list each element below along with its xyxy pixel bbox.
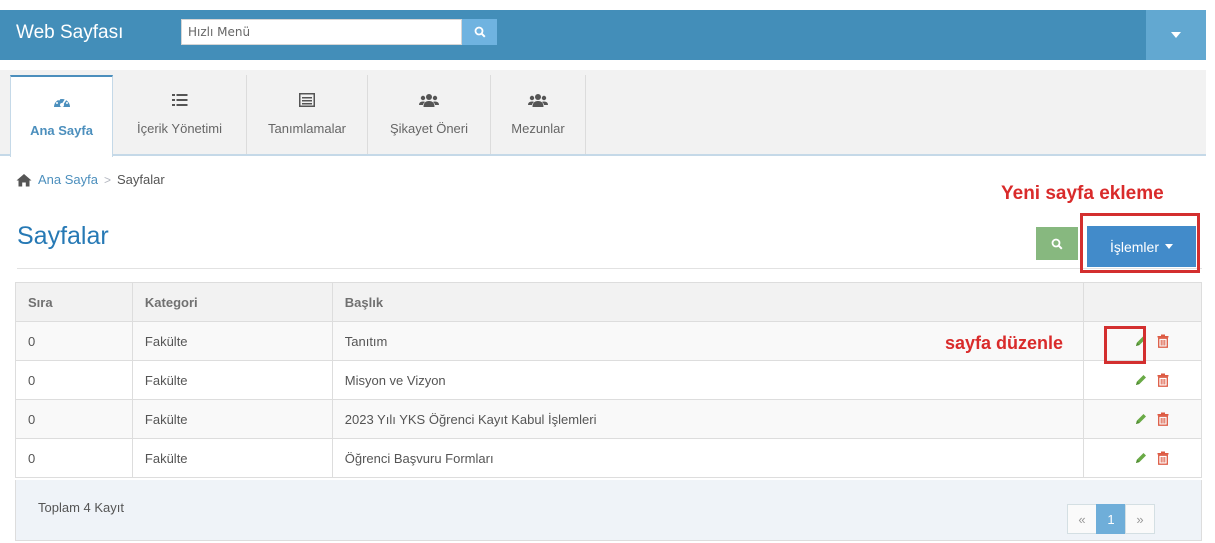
cell-sira: 0 (15, 321, 133, 361)
brand-title[interactable]: Web Sayfası (16, 22, 123, 44)
pencil-icon[interactable] (1134, 412, 1148, 426)
quick-menu-search-input[interactable] (181, 19, 462, 45)
user-dropdown-toggle[interactable] (1146, 10, 1206, 60)
trash-icon[interactable] (1157, 373, 1169, 387)
caret-down-icon (1171, 32, 1181, 38)
table-row: 0 Fakülte Öğrenci Başvuru Formları (15, 438, 1202, 478)
cell-actions (1083, 438, 1202, 478)
breadcrumb-separator: > (104, 172, 112, 187)
row-actions (1096, 373, 1201, 387)
pagination: « 1 » (1067, 504, 1155, 534)
nav-label: Mezunlar (511, 121, 565, 136)
trash-icon[interactable] (1157, 334, 1169, 348)
nav-label: Ana Sayfa (30, 123, 93, 138)
cell-baslik: Misyon ve Vizyon (331, 360, 1085, 400)
table-row: 0 Fakülte 2023 Yılı YKS Öğrenci Kayıt Ka… (15, 399, 1202, 439)
breadcrumb-current: Sayfalar (117, 172, 165, 187)
cell-kategori: Fakülte (131, 438, 333, 478)
annotation-highlight-edit (1104, 326, 1146, 364)
table-footer: Toplam 4 Kayıt « 1 » (15, 480, 1202, 541)
pages-table: Sıra Kategori Başlık 0 Fakülte Tanıtım 0… (15, 282, 1202, 478)
column-header-kategori[interactable]: Kategori (131, 282, 333, 322)
annotation-new-page: Yeni sayfa ekleme (1001, 183, 1164, 204)
top-navbar: Web Sayfası (0, 10, 1206, 60)
nav-item-ana-sayfa[interactable]: Ana Sayfa (10, 75, 113, 157)
list-icon (171, 91, 188, 109)
breadcrumb-home-link[interactable]: Ana Sayfa (38, 172, 98, 187)
users-icon (528, 91, 548, 109)
nav-item-icerik-yonetimi[interactable]: İçerik Yönetimi (113, 75, 247, 154)
cell-actions (1083, 399, 1202, 439)
cell-sira: 0 (15, 360, 133, 400)
nav-label: Tanımlamalar (267, 121, 347, 136)
cell-baslik: Öğrenci Başvuru Formları (331, 438, 1085, 478)
cell-sira: 0 (15, 399, 133, 439)
pencil-icon[interactable] (1134, 373, 1148, 387)
shortcut-nav: Ana Sayfa İçerik Yönetimi Tanımlamalar Ş… (0, 70, 1206, 157)
column-header-actions (1083, 282, 1202, 322)
quick-menu-search-button[interactable] (462, 19, 497, 45)
search-icon (474, 26, 486, 38)
cell-sira: 0 (15, 438, 133, 478)
nav-item-mezunlar[interactable]: Mezunlar (491, 75, 586, 154)
nav-label: İçerik Yönetimi (136, 121, 222, 136)
row-actions (1096, 451, 1201, 465)
cell-kategori: Fakülte (131, 360, 333, 400)
record-count: Toplam 4 Kayıt (38, 500, 124, 515)
nav-item-sikayet-oneri[interactable]: Şikayet Öneri (368, 75, 491, 154)
table-row: 0 Fakülte Misyon ve Vizyon (15, 360, 1202, 400)
row-actions (1096, 412, 1201, 426)
cell-baslik: 2023 Yılı YKS Öğrenci Kayıt Kabul İşleml… (331, 399, 1085, 439)
pencil-icon[interactable] (1134, 451, 1148, 465)
annotation-edit-page: sayfa düzenle (945, 333, 1064, 353)
page-search-button[interactable] (1036, 227, 1078, 260)
trash-icon[interactable] (1157, 412, 1169, 426)
list-alt-icon (299, 91, 315, 109)
annotation-highlight-actions (1080, 213, 1200, 273)
nav-item-tanimlamalar[interactable]: Tanımlamalar (247, 75, 368, 154)
column-header-baslik[interactable]: Başlık (331, 282, 1085, 322)
dashboard-icon (53, 93, 71, 111)
breadcrumb: Ana Sayfa > Sayfalar (16, 172, 165, 187)
column-header-sira[interactable]: Sıra (15, 282, 133, 322)
cell-actions (1083, 360, 1202, 400)
trash-icon[interactable] (1157, 451, 1169, 465)
pagination-page-1[interactable]: 1 (1096, 504, 1126, 534)
cell-kategori: Fakülte (131, 399, 333, 439)
table-header-row: Sıra Kategori Başlık (15, 282, 1202, 322)
nav-label: Şikayet Öneri (389, 121, 469, 136)
page-title: Sayfalar (17, 222, 109, 250)
home-icon[interactable] (16, 173, 32, 187)
cell-kategori: Fakülte (131, 321, 333, 361)
pagination-prev[interactable]: « (1067, 504, 1097, 534)
users-icon (419, 91, 439, 109)
search-icon (1051, 238, 1063, 250)
pagination-next[interactable]: » (1125, 504, 1155, 534)
title-divider (17, 268, 1202, 269)
